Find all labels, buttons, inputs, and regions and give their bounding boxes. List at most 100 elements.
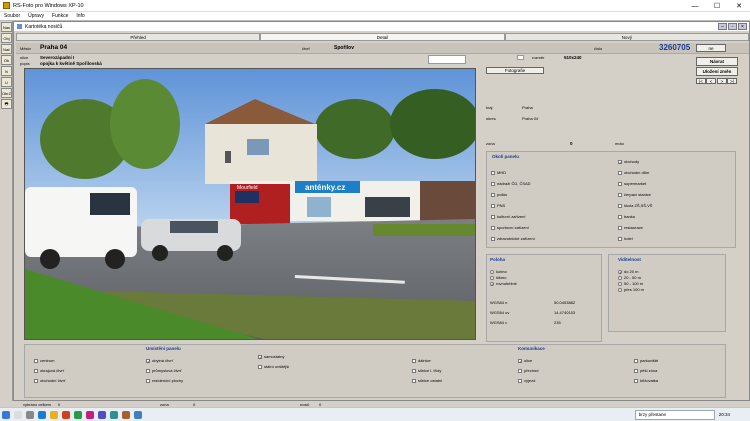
tab-prehled[interactable]: Přehled xyxy=(16,33,261,41)
viditelnost-radio[interactable]: 50 - 100 m xyxy=(618,281,643,286)
checkbox-icon[interactable] xyxy=(618,203,622,208)
checkbox-icon[interactable]: ✓ xyxy=(146,358,150,363)
app-icon-1[interactable] xyxy=(62,410,70,419)
poloha-radio[interactable]: ✓ rovnoběžné xyxy=(490,281,517,286)
ulozeni-zmen-button[interactable]: Uložení změn xyxy=(696,67,738,76)
checkbox-icon[interactable] xyxy=(34,378,38,383)
checkbox-icon[interactable] xyxy=(634,368,638,373)
okoli-checkbox[interactable]: kulturní zařízení xyxy=(491,214,525,219)
checkbox-icon[interactable] xyxy=(491,203,495,208)
checkbox-icon[interactable] xyxy=(412,358,416,363)
checkbox-icon[interactable] xyxy=(618,170,622,175)
app-icon-2[interactable] xyxy=(74,410,82,419)
maximize-icon[interactable]: ☐ xyxy=(706,0,728,12)
menu-info[interactable]: Info xyxy=(72,13,88,19)
okoli-checkbox[interactable]: supermarket xyxy=(618,181,646,186)
okoli-checkbox[interactable]: zdravotnické zařízení xyxy=(491,236,535,241)
umisteni-checkbox[interactable]: státní ovšitější xyxy=(258,364,289,369)
minimize-icon[interactable]: — xyxy=(684,0,706,12)
okoli-checkbox[interactable]: čerpací stanice xyxy=(618,192,651,197)
checkbox-icon[interactable] xyxy=(491,236,495,241)
umisteni-checkbox[interactable]: obchodní čtvrť xyxy=(34,378,66,383)
radio-icon[interactable]: ✓ xyxy=(618,269,622,274)
checkbox-icon[interactable] xyxy=(146,378,150,383)
tab-novy[interactable]: Nový xyxy=(504,33,749,41)
okoli-checkbox[interactable]: MHD xyxy=(491,170,506,175)
komunikace-checkbox[interactable]: přechod xyxy=(518,368,538,373)
okoli-checkbox[interactable]: pošta xyxy=(491,192,507,197)
checkbox-icon[interactable] xyxy=(491,181,495,186)
print-icon[interactable]: 🖶 xyxy=(1,99,12,109)
okoli-checkbox[interactable]: sportovní zařízení xyxy=(491,225,529,230)
edge-icon[interactable] xyxy=(38,410,46,419)
checkbox-icon[interactable] xyxy=(491,225,495,230)
poloha-radio[interactable]: kolmo xyxy=(490,269,507,274)
checkbox-icon[interactable] xyxy=(618,181,622,186)
komunikace-checkbox[interactable]: parkoviště xyxy=(634,358,658,363)
toolbar-button-u[interactable]: U xyxy=(1,77,12,87)
inner-close-icon[interactable]: × xyxy=(738,23,747,30)
radio-icon[interactable] xyxy=(618,287,622,292)
radio-icon[interactable] xyxy=(618,281,622,286)
menu-funkce[interactable]: Funkce xyxy=(48,13,72,19)
tab-detail[interactable]: Detail xyxy=(260,33,505,41)
umisteni-checkbox[interactable]: rezidenční plochy xyxy=(146,378,183,383)
umisteni-checkbox[interactable]: ✓ obytná čtvrť xyxy=(146,358,173,363)
komunikace-checkbox[interactable]: ✓ ulice xyxy=(518,358,532,363)
viditelnost-radio[interactable]: 20 - 50 m xyxy=(618,275,641,280)
toolbar-button-obj[interactable]: Obj xyxy=(1,33,12,43)
viditelnost-radio[interactable]: přes 100 m xyxy=(618,287,644,292)
checkbox-icon[interactable]: ✓ xyxy=(258,354,262,359)
okoli-checkbox[interactable]: hotel xyxy=(618,236,633,241)
checkbox-icon[interactable]: ✓ xyxy=(618,159,622,164)
okoli-checkbox[interactable]: nádraží ČD, ČSAD xyxy=(491,181,531,186)
umisteni-checkbox[interactable]: centrum xyxy=(34,358,54,363)
nav-prev-button[interactable]: < xyxy=(706,78,716,84)
checkbox-icon[interactable] xyxy=(634,358,638,363)
komunikace-checkbox[interactable]: výjezd xyxy=(518,378,535,383)
nav-last-button[interactable]: >| xyxy=(727,78,737,84)
checkbox-icon[interactable] xyxy=(618,225,622,230)
popis-extra-field[interactable] xyxy=(428,55,466,64)
inner-minimize-icon[interactable]: – xyxy=(718,23,727,30)
app-icon-6[interactable] xyxy=(122,410,130,419)
taskview-icon[interactable] xyxy=(26,410,34,419)
komunikace-checkbox[interactable]: křižovatka xyxy=(634,378,658,383)
okoli-checkbox[interactable]: škola ZŠ,SŠ,VŠ xyxy=(618,203,652,208)
okoli-checkbox[interactable]: restaurace xyxy=(618,225,643,230)
checkbox-icon[interactable] xyxy=(258,364,262,369)
poloha-radio[interactable]: šikmo xyxy=(490,275,506,280)
checkbox-icon[interactable] xyxy=(618,192,622,197)
toolbar-button-nac[interactable]: Nač xyxy=(1,44,12,54)
umisteni-checkbox[interactable]: okrajová čtvrť xyxy=(34,368,64,373)
checkbox-icon[interactable] xyxy=(491,192,495,197)
checkbox-icon[interactable] xyxy=(618,214,622,219)
app-icon-4[interactable] xyxy=(98,410,106,419)
navrat-button[interactable]: Návrat xyxy=(696,57,738,66)
fotografie-button[interactable]: Fotografie xyxy=(486,67,544,74)
checkbox-icon[interactable] xyxy=(34,368,38,373)
checkbox-icon[interactable] xyxy=(618,236,622,241)
toolbar-button-obrz[interactable]: ObrZ xyxy=(1,88,12,98)
checkbox-icon[interactable]: ✓ xyxy=(518,358,522,363)
komunikace-checkbox[interactable]: dálnice xyxy=(412,358,431,363)
app-icon-5[interactable] xyxy=(110,410,118,419)
umisteni-checkbox[interactable]: průmyslová čtvrť xyxy=(146,368,182,373)
app-icon-7[interactable] xyxy=(134,410,142,419)
checkbox-icon[interactable] xyxy=(518,378,522,383)
checkbox-icon[interactable] xyxy=(146,368,150,373)
taskbar-notice[interactable]: brzy přestane xyxy=(634,409,715,420)
nav-next-button[interactable]: > xyxy=(717,78,727,84)
menu-upravy[interactable]: Úpravy xyxy=(24,13,48,19)
radio-icon[interactable] xyxy=(490,275,494,280)
ne-button[interactable]: ne xyxy=(696,44,726,52)
close-icon[interactable]: ✕ xyxy=(728,0,750,12)
viditelnost-radio[interactable]: ✓ do 20 m xyxy=(618,269,638,274)
komunikace-checkbox[interactable]: silnice I. třídy xyxy=(412,368,441,373)
checkbox-icon[interactable] xyxy=(34,358,38,363)
radio-icon[interactable] xyxy=(490,269,494,274)
okoli-checkbox[interactable]: banka xyxy=(618,214,635,219)
checkbox-icon[interactable] xyxy=(412,368,416,373)
okoli-checkbox[interactable]: PNS xyxy=(491,203,505,208)
start-icon[interactable] xyxy=(2,410,10,419)
